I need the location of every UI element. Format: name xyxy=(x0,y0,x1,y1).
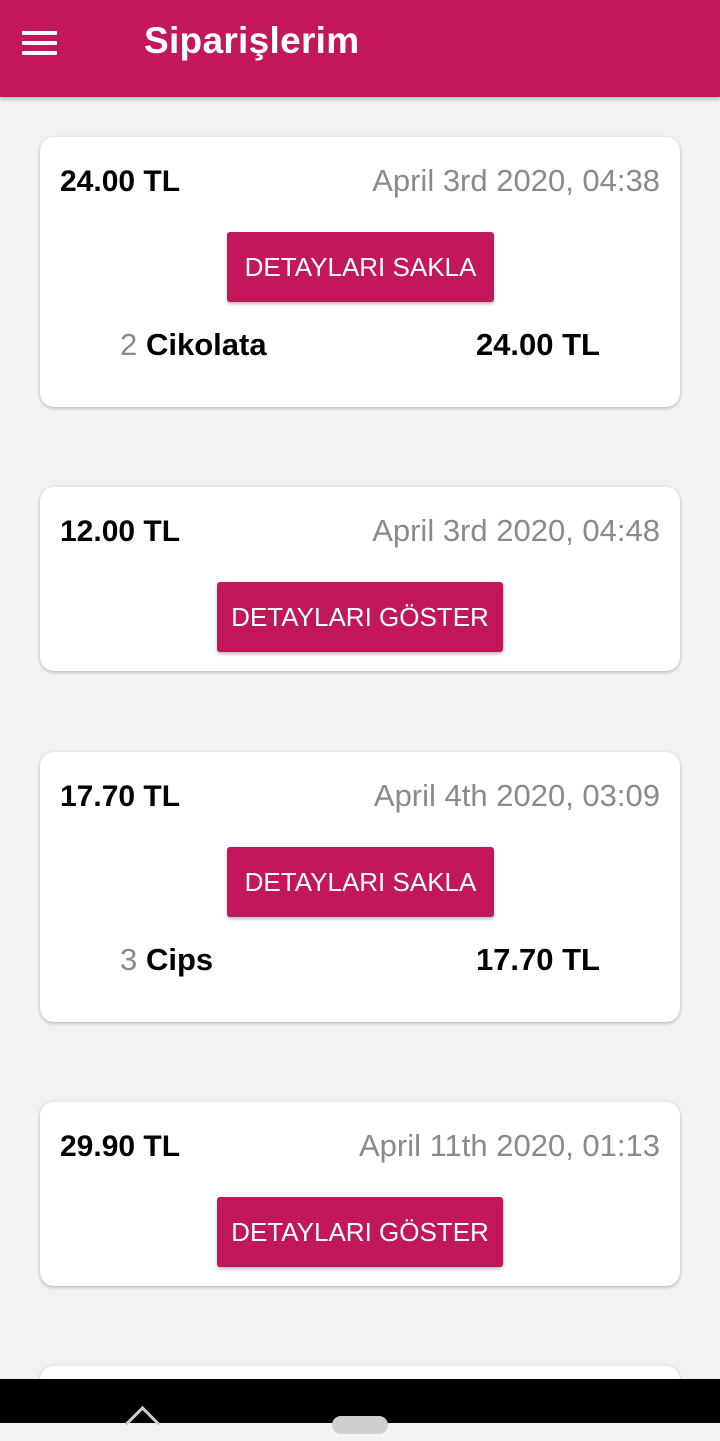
home-pill-icon[interactable] xyxy=(332,1416,388,1434)
order-total: 29.90 TL xyxy=(60,1130,181,1163)
back-icon[interactable] xyxy=(124,1405,161,1441)
order-date: April 11th 2020, 01:13 xyxy=(358,1128,660,1163)
hide-details-button[interactable]: DETAYLARI SAKLA xyxy=(227,232,494,302)
show-details-button[interactable]: DETAYLARI GÖSTER xyxy=(217,1197,503,1267)
show-details-button[interactable]: DETAYLARI GÖSTER xyxy=(217,582,503,652)
order-card: 24.00 TL April 3rd 2020, 04:38 DETAYLARI… xyxy=(40,137,680,407)
order-date: April 3rd 2020, 04:38 xyxy=(372,163,660,198)
order-card: 12.00 TL April 3rd 2020, 04:48 DETAYLARI… xyxy=(40,487,680,671)
hide-details-button[interactable]: DETAYLARI SAKLA xyxy=(227,847,494,917)
order-date: April 4th 2020, 03:09 xyxy=(373,778,660,813)
order-card: 29.90 TL April 11th 2020, 01:13 DETAYLAR… xyxy=(40,1102,680,1286)
system-nav-bar xyxy=(0,1379,720,1441)
item-price: 24.00 TL xyxy=(475,327,600,362)
item-quantity: 3 xyxy=(120,942,138,977)
order-date: April 3rd 2020, 04:48 xyxy=(372,513,660,548)
order-item-row: 2 Cikolata 24.00 TL xyxy=(40,327,680,367)
order-card: 17.70 TL April 4th 2020, 03:09 DETAYLARI… xyxy=(40,752,680,1022)
item-quantity: 2 xyxy=(120,327,138,362)
item-name: Cikolata xyxy=(146,327,267,362)
order-total: 17.70 TL xyxy=(60,780,181,813)
hamburger-menu-icon[interactable] xyxy=(22,31,58,55)
app-bar: Siparişlerim xyxy=(0,0,720,97)
order-item-row: 3 Cips 17.70 TL xyxy=(40,942,680,982)
item-name: Cips xyxy=(146,942,214,977)
item-price: 17.70 TL xyxy=(475,942,600,977)
page-title: Siparişlerim xyxy=(144,20,360,61)
order-total: 12.00 TL xyxy=(60,515,181,548)
order-total: 24.00 TL xyxy=(60,165,181,198)
